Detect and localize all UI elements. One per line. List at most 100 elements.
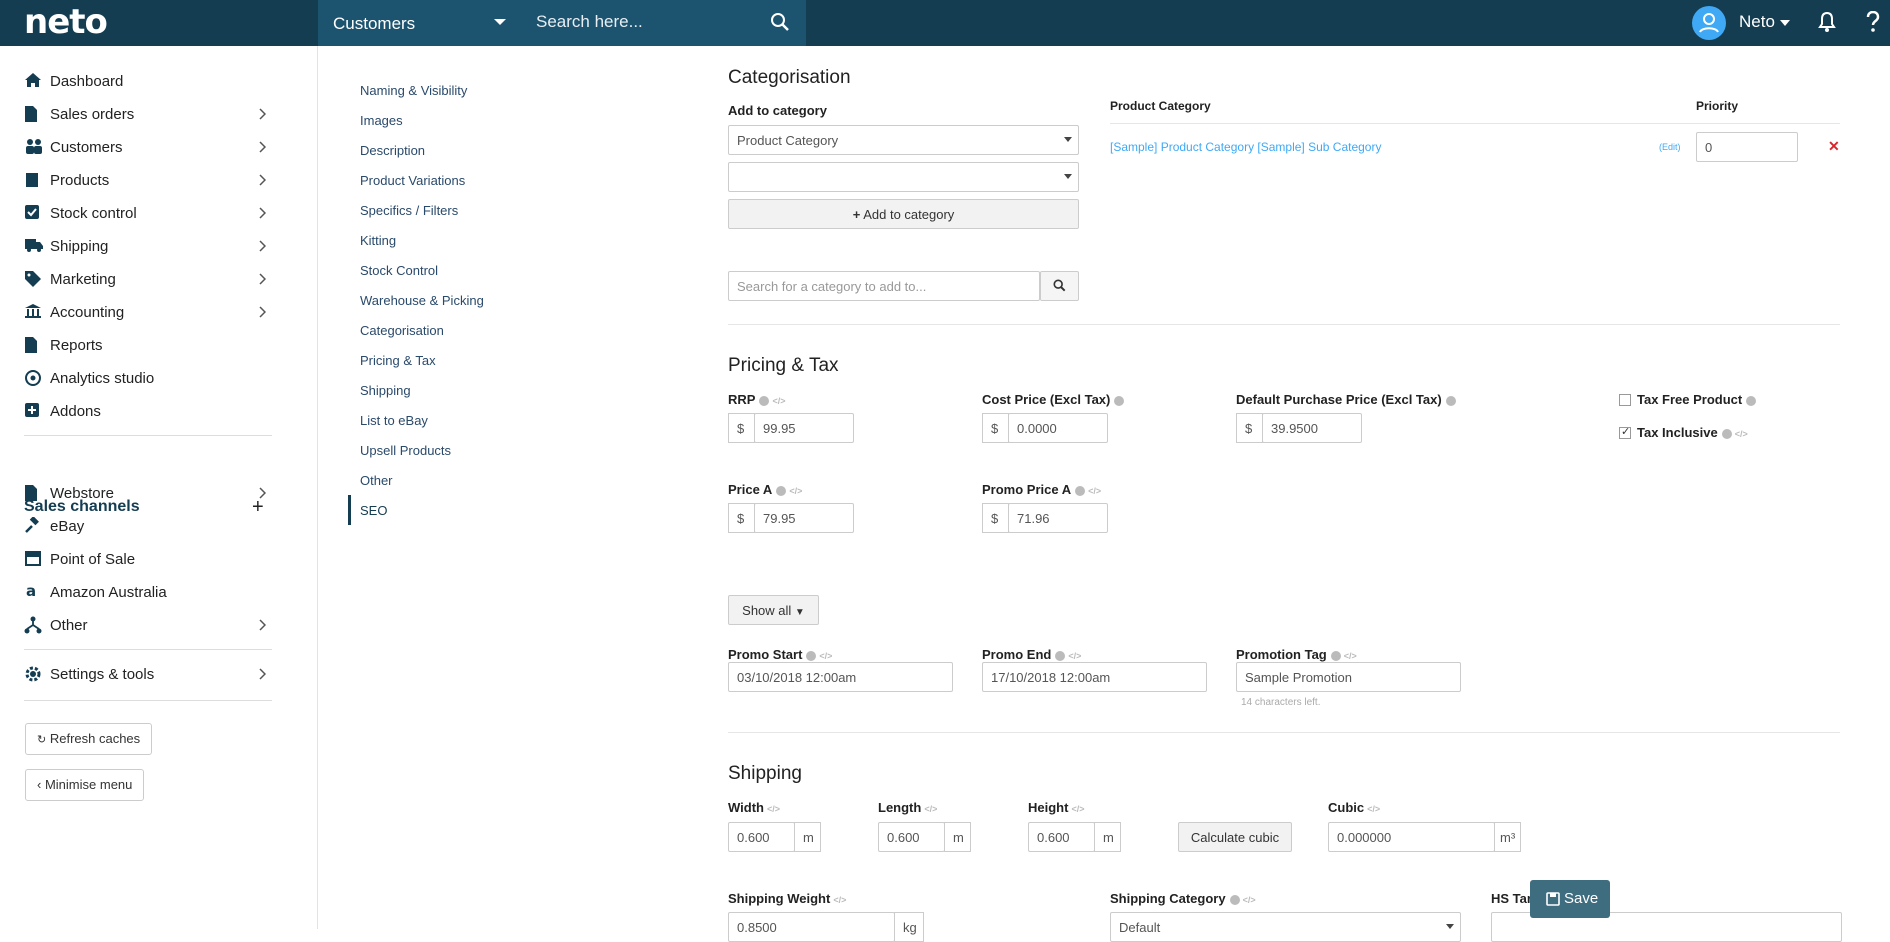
sidebar-item-settings-tools[interactable]: Settings & tools: [24, 663, 272, 687]
cost-price-input[interactable]: 0.0000: [1008, 413, 1108, 443]
remove-category-icon[interactable]: ✕: [1828, 138, 1840, 155]
svg-text:a: a: [26, 583, 36, 600]
promo-price-a-value: 71.96: [1017, 511, 1050, 526]
shipping-weight-value: 0.8500: [737, 920, 777, 935]
promotion-tag-input[interactable]: Sample Promotion: [1236, 662, 1461, 692]
category-search-button[interactable]: [1040, 271, 1079, 301]
section-link[interactable]: Other: [360, 473, 393, 488]
divider: [728, 732, 1840, 733]
length-input[interactable]: 0.600: [878, 822, 945, 852]
section-link[interactable]: Naming & Visibility: [360, 83, 467, 98]
sidebar-item-amazon-australia[interactable]: a Amazon Australia: [24, 581, 272, 605]
sidebar-item-accounting[interactable]: Accounting: [24, 301, 272, 325]
section-link[interactable]: Product Variations: [360, 173, 465, 188]
priority-value: 0: [1705, 140, 1713, 155]
promo-start-input[interactable]: 03/10/2018 12:00am: [728, 662, 953, 692]
width-input[interactable]: 0.600: [728, 822, 795, 852]
tax-inclusive-label: Tax Inclusive </>: [1637, 425, 1748, 440]
caret-down-icon: [1064, 137, 1072, 142]
refresh-caches-button[interactable]: ↻ Refresh caches: [25, 723, 153, 755]
section-link[interactable]: Pricing & Tax: [360, 353, 436, 368]
cost-price-label: Cost Price (Excl Tax): [982, 392, 1125, 407]
section-link-active[interactable]: SEO: [360, 503, 387, 518]
refresh-icon: ↻: [37, 734, 47, 746]
sidebar-item-marketing[interactable]: Marketing: [24, 268, 272, 292]
sidebar-item-label: Point of Sale: [50, 551, 136, 568]
section-link[interactable]: Warehouse & Picking: [360, 293, 484, 308]
sidebar-item-dashboard[interactable]: Dashboard: [24, 70, 272, 94]
bell-icon[interactable]: [1818, 11, 1836, 33]
search-icon[interactable]: [770, 12, 790, 32]
shipping-category-select[interactable]: Default: [1110, 912, 1461, 942]
global-search-input[interactable]: Search here...: [518, 0, 806, 46]
height-input[interactable]: 0.600: [1028, 822, 1095, 852]
sidebar-item-sales-orders[interactable]: Sales orders: [24, 103, 272, 127]
subcategory-select[interactable]: [728, 162, 1079, 192]
sidebar-item-addons[interactable]: Addons: [24, 400, 272, 424]
sidebar-item-reports[interactable]: Reports: [24, 334, 272, 358]
category-select[interactable]: Product Category: [728, 125, 1079, 155]
sidebar-item-point-of-sale[interactable]: Point of Sale: [24, 548, 272, 572]
home-icon: [25, 73, 41, 87]
cost-price-value: 0.0000: [1017, 421, 1057, 436]
user-chevron-down-icon[interactable]: [1780, 20, 1790, 26]
section-link[interactable]: Shipping: [360, 383, 411, 398]
tax-free-label: Tax Free Product: [1637, 392, 1757, 407]
cubic-input[interactable]: 0.000000: [1328, 822, 1495, 852]
section-link[interactable]: Specifics / Filters: [360, 203, 458, 218]
currency-prefix: $: [728, 503, 755, 533]
sidebar-item-stock-control[interactable]: Stock control: [24, 202, 272, 226]
sidebar-item-webstore[interactable]: Webstore: [24, 482, 272, 506]
minimise-menu-button[interactable]: ‹ Minimise menu: [25, 769, 145, 801]
module-select[interactable]: Customers: [318, 0, 518, 46]
promo-start-value: 03/10/2018 12:00am: [737, 670, 857, 685]
height-value: 0.600: [1037, 830, 1070, 845]
sidebar-item-ebay[interactable]: eBay: [24, 515, 272, 539]
calculate-cubic-button[interactable]: Calculate cubic: [1178, 822, 1292, 852]
shipping-weight-input[interactable]: 0.8500: [728, 912, 895, 942]
help-icon[interactable]: [1866, 11, 1880, 33]
sidebar-item-label: Other: [50, 617, 88, 634]
top-bar: neto Customers Search here... Neto: [0, 0, 1890, 46]
chevron-right-icon: [259, 207, 266, 219]
sidebar-item-customers[interactable]: Customers: [24, 136, 272, 160]
chevron-right-icon: [259, 306, 266, 318]
user-menu[interactable]: Neto: [1739, 12, 1775, 32]
tax-inclusive-checkbox[interactable]: [1619, 425, 1631, 439]
promotion-tag-label: Promotion Tag </>: [1236, 647, 1357, 662]
promo-price-a-input[interactable]: 71.96: [1008, 503, 1108, 533]
sidebar-item-shipping[interactable]: Shipping: [24, 235, 272, 259]
caret-down-icon: [1064, 174, 1072, 179]
user-avatar-icon[interactable]: [1692, 6, 1726, 40]
section-link[interactable]: Description: [360, 143, 425, 158]
gavel-icon: [25, 517, 39, 533]
promo-end-input[interactable]: 17/10/2018 12:00am: [982, 662, 1207, 692]
unit-kg: kg: [894, 912, 924, 942]
section-link[interactable]: Kitting: [360, 233, 396, 248]
default-purchase-price-input[interactable]: 39.9500: [1262, 413, 1362, 443]
save-button[interactable]: Save: [1530, 880, 1610, 918]
price-a-input[interactable]: 79.95: [754, 503, 854, 533]
sidebar-item-products[interactable]: Products: [24, 169, 272, 193]
edit-category-link[interactable]: (Edit): [1659, 142, 1681, 152]
section-link[interactable]: Categorisation: [360, 323, 444, 338]
unit-m: m: [794, 822, 821, 852]
tax-free-checkbox[interactable]: [1619, 394, 1631, 406]
category-link[interactable]: [Sample] Product Category [Sample] Sub C…: [1110, 140, 1381, 154]
rrp-input[interactable]: 99.95: [754, 413, 854, 443]
show-all-button[interactable]: Show all ▼: [728, 595, 819, 625]
neto-logo[interactable]: neto: [24, 2, 108, 42]
section-link[interactable]: Stock Control: [360, 263, 438, 278]
add-to-category-button[interactable]: + Add to category: [728, 199, 1079, 229]
section-link[interactable]: Upsell Products: [360, 443, 451, 458]
promo-start-label: Promo Start </>: [728, 647, 833, 662]
category-search-input[interactable]: Search for a category to add to...: [728, 271, 1040, 301]
sidebar-item-analytics-studio[interactable]: Analytics studio: [24, 367, 272, 391]
currency-prefix: $: [982, 503, 1009, 533]
sidebar-item-label: Amazon Australia: [50, 584, 167, 601]
main-content: Categorisation Add to category Product C…: [728, 46, 1848, 942]
section-link[interactable]: List to eBay: [360, 413, 428, 428]
section-link[interactable]: Images: [360, 113, 403, 128]
priority-input[interactable]: 0: [1696, 132, 1798, 162]
sidebar-item-other[interactable]: Other: [24, 614, 272, 638]
